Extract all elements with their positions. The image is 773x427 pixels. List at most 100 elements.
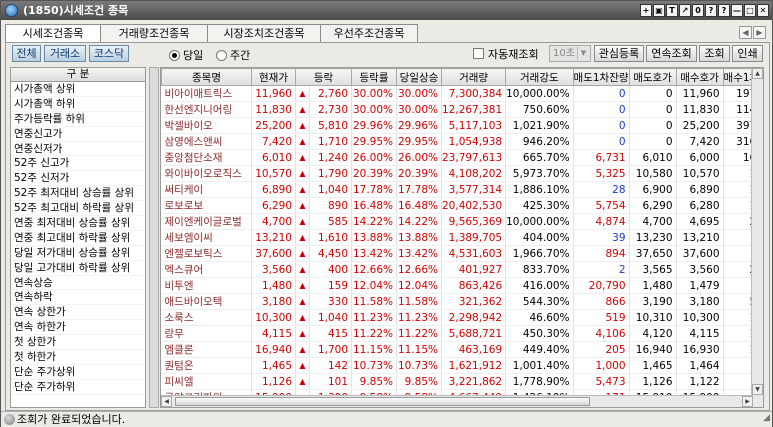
table-row[interactable]: 엔젤로보틱스 37,600 ▲ 4,450 13.42% 13.42% 4,531,603 1… [161, 245, 761, 262]
column-header[interactable]: 등락 [295, 68, 352, 86]
vertical-scrollbar[interactable]: ▲ ▼ [751, 68, 763, 407]
table-row[interactable]: 애드바이오텍 3,180 ▲ 330 11.58% 11.58% 321,362 544.30… [161, 293, 761, 310]
table-row[interactable]: 제이엔케이글로벌 4,700 ▲ 585 14.22% 14.22% 9,565,369 10… [161, 213, 761, 230]
condition-list-item[interactable]: 당일 고가대비 하락률 상위 [11, 261, 145, 276]
condition-list-item[interactable]: 연속하락 [11, 290, 145, 306]
table-row[interactable]: 소룩스 10,300 ▲ 1,040 11.23% 11.23% 2,298,942 46.6… [161, 309, 761, 326]
column-header[interactable]: 매수호가 [675, 68, 724, 86]
titlebar-button-2[interactable]: T [666, 4, 678, 17]
scroll-right-icon[interactable]: ▶ [742, 396, 753, 407]
table-row[interactable]: 비투엔 1,480 ▲ 159 12.04% 12.04% 863,426 416.00% 20… [161, 277, 761, 294]
column-header[interactable]: 거래량 [440, 68, 507, 86]
table-row[interactable]: 삼영에스앤씨 7,420 ▲ 1,710 29.95% 29.95% 1,054,938 94… [161, 133, 761, 150]
table-row[interactable]: 세보엠이씨 13,210 ▲ 1,610 13.88% 13.88% 1,389,705 40… [161, 229, 761, 246]
condition-list-item[interactable]: 단순 주가하위 [11, 380, 145, 395]
tab-price-condition[interactable]: 시세조건종목 [5, 24, 101, 43]
condition-list-item[interactable]: 시가총액 상위 [11, 82, 145, 97]
table-row[interactable]: 퀀텀온 1,465 ▲ 142 10.73% 10.73% 1,621,912 1,001.4… [161, 357, 761, 374]
tab-volume-condition[interactable]: 거래량조건종목 [100, 24, 208, 42]
up-arrow-icon: ▲ [295, 325, 310, 342]
condition-list-item[interactable]: 연속 하한가 [11, 320, 145, 336]
horizontal-scroll-thumb[interactable] [175, 397, 590, 406]
titlebar-button-9[interactable]: ✕ [757, 4, 769, 17]
resize-grip-icon[interactable]: ◢ [763, 411, 770, 426]
column-header[interactable]: 종목명 [161, 68, 252, 86]
table-row[interactable]: 피씨엘 1,126 ▲ 101 9.85% 9.85% 3,221,862 1,778.90%… [161, 373, 761, 390]
print-button[interactable]: 인쇄 [732, 45, 763, 62]
table-cell: 13,230 [629, 229, 677, 246]
condition-list-item[interactable]: 첫 하한가 [11, 350, 145, 365]
titlebar-button-0[interactable]: + [640, 4, 652, 17]
condition-list-item[interactable]: 연중신고가 [11, 127, 145, 142]
table-row[interactable]: 엑스큐어 3,560 ▲ 400 12.66% 12.66% 401,927 833.70% 2… [161, 261, 761, 278]
period-weekly-radio[interactable]: 주간 [216, 47, 250, 63]
scroll-down-icon[interactable]: ▼ [752, 384, 763, 395]
table-cell: 1,479 [676, 277, 724, 294]
condition-list-item[interactable]: 단순 주가상위 [11, 365, 145, 380]
column-header[interactable]: 매도1차잔량 [572, 68, 630, 86]
condition-list-item[interactable]: 주가등락률 하위 [11, 112, 145, 127]
auto-refresh-checkbox[interactable] [473, 48, 484, 59]
column-header[interactable]: 당일상승 [396, 68, 442, 86]
splitter[interactable] [149, 67, 159, 408]
column-header[interactable]: 거래강도 [505, 68, 574, 86]
titlebar-button-6[interactable]: ? [718, 4, 730, 17]
table-cell: 9.85% [351, 373, 397, 390]
titlebar-button-3[interactable]: ↗ [679, 4, 691, 17]
tab-preferred-stock-condition[interactable]: 우선주조건종목 [320, 24, 418, 42]
table-cell: 퀀텀온 [161, 357, 252, 374]
market-all-button[interactable]: 전체 [12, 45, 41, 62]
continuous-query-button[interactable]: 연속조회 [646, 45, 697, 62]
table-row[interactable]: 중앙첨단소재 6,010 ▲ 1,240 26.00% 26.00% 23,797,613 6… [161, 149, 761, 166]
table-row[interactable]: 박셀바이오 25,200 ▲ 5,810 29.96% 29.96% 5,117,103 1,… [161, 117, 761, 134]
condition-list-item[interactable]: 연중 최고대비 하락률 상위 [11, 231, 145, 246]
column-header[interactable]: 등락률 [351, 68, 397, 86]
horizontal-scrollbar[interactable]: ◀ ▶ [161, 395, 753, 407]
table-cell: 3,565 [629, 261, 677, 278]
titlebar-button-4[interactable]: 0 [692, 4, 704, 17]
query-button[interactable]: 조회 [699, 45, 730, 62]
table-row[interactable]: 써티케이 6,890 ▲ 1,040 17.78% 17.78% 3,577,314 1,88… [161, 181, 761, 198]
titlebar-button-1[interactable]: ▣ [653, 4, 665, 17]
table-row[interactable]: 비아이매트릭스 11,960 ▲ 2,760 30.00% 30.00% 7,300,384… [161, 85, 761, 102]
column-header[interactable]: 현재가 [251, 68, 296, 86]
titlebar-button-8[interactable]: □ [744, 4, 756, 17]
period-today-radio[interactable]: 당일 [169, 47, 203, 63]
table-row[interactable]: 엠클론 16,940 ▲ 1,700 11.15% 11.15% 463,169 449.40… [161, 341, 761, 358]
condition-list-item[interactable]: 연속 상한가 [11, 305, 145, 321]
table-cell: 1,621,912 [441, 357, 507, 374]
up-arrow-icon: ▲ [295, 117, 310, 134]
condition-list-item[interactable]: 연중신저가 [11, 142, 145, 157]
table-cell: 12.66% [396, 261, 442, 278]
condition-list-item[interactable]: 연중 최저대비 상승률 상위 [11, 216, 145, 231]
titlebar-button-5[interactable]: ? [705, 4, 717, 17]
table-cell: 750.60% [505, 101, 574, 118]
condition-list-item[interactable]: 52주 최고대비 하락률 상위 [11, 201, 145, 217]
condition-list-item[interactable]: 첫 상한가 [11, 335, 145, 351]
refresh-interval-select[interactable]: 10초 ▼ [549, 45, 591, 62]
tab-next-icon[interactable]: ▶ [753, 26, 766, 39]
condition-list-item[interactable]: 연속상승 [11, 276, 145, 291]
table-row[interactable]: 랑무 4,115 ▲ 415 11.22% 11.22% 5,688,721 450.30% 4… [161, 325, 761, 342]
tab-market-action-condition[interactable]: 시장조치조건종목 [207, 24, 321, 42]
condition-list-item[interactable]: 시가총액 하위 [11, 97, 145, 112]
titlebar-button-7[interactable]: — [731, 4, 743, 17]
column-header[interactable]: 매도호가 [628, 68, 677, 86]
table-row[interactable]: 한선엔지니어링 11,830 ▲ 2,730 30.00% 30.00% 12,267,38… [161, 101, 761, 118]
table-cell: 37,600 [251, 245, 296, 262]
condition-list-item[interactable]: 당일 저가대비 상승률 상위 [11, 246, 145, 261]
market-kospi-button[interactable]: 거래소 [44, 45, 86, 62]
table-row[interactable]: 와이바이오로직스 10,570 ▲ 1,790 20.39% 20.39% 4,108,20… [161, 165, 761, 182]
condition-list-item[interactable]: 52주 신고가 [11, 156, 145, 172]
scroll-left-icon[interactable]: ◀ [161, 396, 172, 407]
condition-list-item[interactable]: 52주 신저가 [11, 171, 145, 187]
table-cell: 1,480 [251, 277, 296, 294]
tab-prev-icon[interactable]: ◀ [739, 26, 752, 39]
condition-list-item[interactable]: 52주 최저대비 상승률 상위 [11, 186, 145, 202]
table-cell: 5,325 [573, 165, 630, 182]
table-row[interactable]: 로보로보 6,290 ▲ 890 16.48% 16.48% 20,402,530 425.3… [161, 197, 761, 214]
table-cell: 12.04% [351, 277, 397, 294]
add-watchlist-button[interactable]: 관심등록 [594, 45, 644, 62]
market-kosdaq-button[interactable]: 코스닥 [89, 45, 129, 62]
scroll-up-icon[interactable]: ▲ [752, 68, 763, 79]
